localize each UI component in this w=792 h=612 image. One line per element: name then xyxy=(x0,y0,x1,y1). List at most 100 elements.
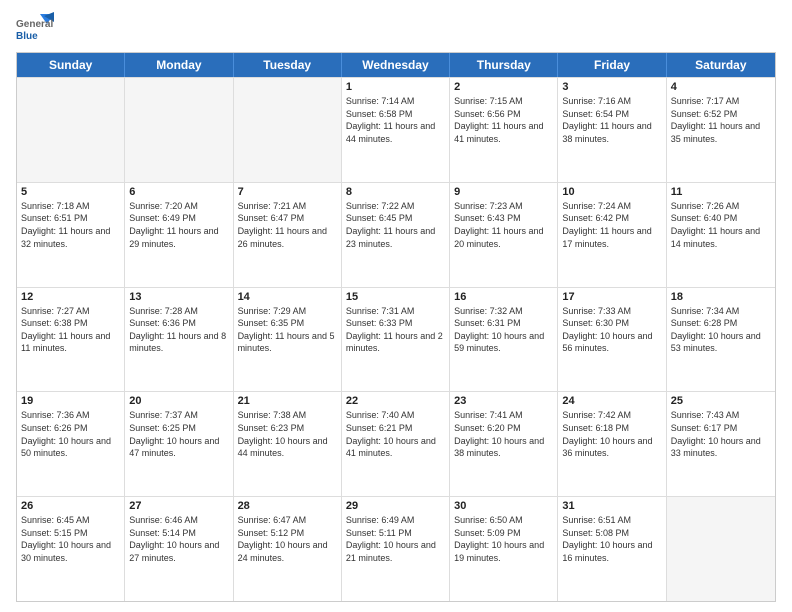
cal-cell: 5 Sunrise: 7:18 AM Sunset: 6:51 PM Daylig… xyxy=(17,183,125,287)
day-number: 13 xyxy=(129,291,228,303)
cell-text: Sunrise: 7:18 AM Sunset: 6:51 PM Dayligh… xyxy=(21,200,120,250)
cell-text: Sunrise: 7:31 AM Sunset: 6:33 PM Dayligh… xyxy=(346,305,445,355)
cell-text: Sunrise: 6:49 AM Sunset: 5:11 PM Dayligh… xyxy=(346,514,445,564)
cal-cell: 21 Sunrise: 7:38 AM Sunset: 6:23 PM Dayli… xyxy=(234,392,342,496)
day-number: 22 xyxy=(346,395,445,407)
header-day-monday: Monday xyxy=(125,53,233,77)
day-number: 7 xyxy=(238,186,337,198)
cal-cell: 14 Sunrise: 7:29 AM Sunset: 6:35 PM Dayli… xyxy=(234,288,342,392)
week-row-3: 12 Sunrise: 7:27 AM Sunset: 6:38 PM Dayli… xyxy=(17,287,775,392)
cell-text: Sunrise: 7:16 AM Sunset: 6:54 PM Dayligh… xyxy=(562,95,661,145)
cell-text: Sunrise: 6:51 AM Sunset: 5:08 PM Dayligh… xyxy=(562,514,661,564)
cell-text: Sunrise: 7:36 AM Sunset: 6:26 PM Dayligh… xyxy=(21,409,120,459)
svg-text:Blue: Blue xyxy=(16,31,38,42)
day-number: 8 xyxy=(346,186,445,198)
cell-text: Sunrise: 7:17 AM Sunset: 6:52 PM Dayligh… xyxy=(671,95,771,145)
cal-cell: 2Sunrise: 7:15 AM Sunset: 6:56 PM Daylig… xyxy=(450,78,558,182)
day-number: 11 xyxy=(671,186,771,198)
day-number: 23 xyxy=(454,395,553,407)
cell-text: Sunrise: 7:41 AM Sunset: 6:20 PM Dayligh… xyxy=(454,409,553,459)
logo-svg: GeneralBlue xyxy=(16,10,56,46)
cal-cell: 3Sunrise: 7:16 AM Sunset: 6:54 PM Daylig… xyxy=(558,78,666,182)
week-row-2: 5 Sunrise: 7:18 AM Sunset: 6:51 PM Daylig… xyxy=(17,182,775,287)
cal-cell: 28 Sunrise: 6:47 AM Sunset: 5:12 PM Dayli… xyxy=(234,497,342,601)
cell-text: Sunrise: 6:46 AM Sunset: 5:14 PM Dayligh… xyxy=(129,514,228,564)
cell-text: Sunrise: 7:24 AM Sunset: 6:42 PM Dayligh… xyxy=(562,200,661,250)
header-day-sunday: Sunday xyxy=(17,53,125,77)
cal-cell: 19 Sunrise: 7:36 AM Sunset: 6:26 PM Dayli… xyxy=(17,392,125,496)
cal-cell: 29Sunrise: 6:49 AM Sunset: 5:11 PM Dayli… xyxy=(342,497,450,601)
cell-text: Sunrise: 6:45 AM Sunset: 5:15 PM Dayligh… xyxy=(21,514,120,564)
cal-cell xyxy=(17,78,125,182)
cal-cell: 23 Sunrise: 7:41 AM Sunset: 6:20 PM Dayli… xyxy=(450,392,558,496)
cell-text: Sunrise: 7:20 AM Sunset: 6:49 PM Dayligh… xyxy=(129,200,228,250)
cell-text: Sunrise: 7:23 AM Sunset: 6:43 PM Dayligh… xyxy=(454,200,553,250)
day-number: 4 xyxy=(671,81,771,93)
cal-cell: 4 Sunrise: 7:17 AM Sunset: 6:52 PM Daylig… xyxy=(667,78,775,182)
day-number: 31 xyxy=(562,500,661,512)
cal-cell: 7 Sunrise: 7:21 AM Sunset: 6:47 PM Daylig… xyxy=(234,183,342,287)
cal-cell: 6 Sunrise: 7:20 AM Sunset: 6:49 PM Daylig… xyxy=(125,183,233,287)
day-number: 17 xyxy=(562,291,661,303)
week-row-1: 1Sunrise: 7:14 AM Sunset: 6:58 PM Daylig… xyxy=(17,77,775,182)
cell-text: Sunrise: 7:21 AM Sunset: 6:47 PM Dayligh… xyxy=(238,200,337,250)
cal-cell: 15 Sunrise: 7:31 AM Sunset: 6:33 PM Dayli… xyxy=(342,288,450,392)
calendar-header: SundayMondayTuesdayWednesdayThursdayFrid… xyxy=(17,53,775,77)
day-number: 28 xyxy=(238,500,337,512)
day-number: 25 xyxy=(671,395,771,407)
cal-cell xyxy=(667,497,775,601)
header-day-saturday: Saturday xyxy=(667,53,775,77)
header-day-friday: Friday xyxy=(558,53,666,77)
day-number: 19 xyxy=(21,395,120,407)
cell-text: Sunrise: 7:32 AM Sunset: 6:31 PM Dayligh… xyxy=(454,305,553,355)
day-number: 30 xyxy=(454,500,553,512)
cell-text: Sunrise: 7:34 AM Sunset: 6:28 PM Dayligh… xyxy=(671,305,771,355)
day-number: 24 xyxy=(562,395,661,407)
day-number: 26 xyxy=(21,500,120,512)
day-number: 18 xyxy=(671,291,771,303)
cell-text: Sunrise: 7:14 AM Sunset: 6:58 PM Dayligh… xyxy=(346,95,445,145)
cell-text: Sunrise: 7:33 AM Sunset: 6:30 PM Dayligh… xyxy=(562,305,661,355)
header-day-wednesday: Wednesday xyxy=(342,53,450,77)
cell-text: Sunrise: 6:47 AM Sunset: 5:12 PM Dayligh… xyxy=(238,514,337,564)
cell-text: Sunrise: 7:38 AM Sunset: 6:23 PM Dayligh… xyxy=(238,409,337,459)
cell-text: Sunrise: 7:29 AM Sunset: 6:35 PM Dayligh… xyxy=(238,305,337,355)
cal-cell xyxy=(125,78,233,182)
cell-text: Sunrise: 7:37 AM Sunset: 6:25 PM Dayligh… xyxy=(129,409,228,459)
cell-text: Sunrise: 7:43 AM Sunset: 6:17 PM Dayligh… xyxy=(671,409,771,459)
cal-cell: 31 Sunrise: 6:51 AM Sunset: 5:08 PM Dayli… xyxy=(558,497,666,601)
day-number: 6 xyxy=(129,186,228,198)
cal-cell: 18 Sunrise: 7:34 AM Sunset: 6:28 PM Dayli… xyxy=(667,288,775,392)
header-day-thursday: Thursday xyxy=(450,53,558,77)
calendar: SundayMondayTuesdayWednesdayThursdayFrid… xyxy=(16,52,776,602)
cal-cell: 17 Sunrise: 7:33 AM Sunset: 6:30 PM Dayli… xyxy=(558,288,666,392)
day-number: 12 xyxy=(21,291,120,303)
cal-cell: 22Sunrise: 7:40 AM Sunset: 6:21 PM Dayli… xyxy=(342,392,450,496)
cell-text: Sunrise: 7:28 AM Sunset: 6:36 PM Dayligh… xyxy=(129,305,228,355)
cell-text: Sunrise: 7:27 AM Sunset: 6:38 PM Dayligh… xyxy=(21,305,120,355)
svg-text:General: General xyxy=(16,19,53,30)
day-number: 21 xyxy=(238,395,337,407)
cal-cell: 11Sunrise: 7:26 AM Sunset: 6:40 PM Dayli… xyxy=(667,183,775,287)
cal-cell: 12 Sunrise: 7:27 AM Sunset: 6:38 PM Dayli… xyxy=(17,288,125,392)
cal-cell: 9Sunrise: 7:23 AM Sunset: 6:43 PM Daylig… xyxy=(450,183,558,287)
cal-cell: 1Sunrise: 7:14 AM Sunset: 6:58 PM Daylig… xyxy=(342,78,450,182)
header: GeneralBlue xyxy=(16,10,776,46)
day-number: 15 xyxy=(346,291,445,303)
calendar-body: 1Sunrise: 7:14 AM Sunset: 6:58 PM Daylig… xyxy=(17,77,775,601)
day-number: 5 xyxy=(21,186,120,198)
cal-cell: 25 Sunrise: 7:43 AM Sunset: 6:17 PM Dayli… xyxy=(667,392,775,496)
day-number: 10 xyxy=(562,186,661,198)
cal-cell: 27 Sunrise: 6:46 AM Sunset: 5:14 PM Dayli… xyxy=(125,497,233,601)
cal-cell: 8Sunrise: 7:22 AM Sunset: 6:45 PM Daylig… xyxy=(342,183,450,287)
logo: GeneralBlue xyxy=(16,10,56,46)
cal-cell: 13 Sunrise: 7:28 AM Sunset: 6:36 PM Dayli… xyxy=(125,288,233,392)
cal-cell xyxy=(234,78,342,182)
cal-cell: 20Sunrise: 7:37 AM Sunset: 6:25 PM Dayli… xyxy=(125,392,233,496)
cell-text: Sunrise: 7:42 AM Sunset: 6:18 PM Dayligh… xyxy=(562,409,661,459)
cal-cell: 16Sunrise: 7:32 AM Sunset: 6:31 PM Dayli… xyxy=(450,288,558,392)
cal-cell: 30Sunrise: 6:50 AM Sunset: 5:09 PM Dayli… xyxy=(450,497,558,601)
cal-cell: 24 Sunrise: 7:42 AM Sunset: 6:18 PM Dayli… xyxy=(558,392,666,496)
day-number: 14 xyxy=(238,291,337,303)
day-number: 27 xyxy=(129,500,228,512)
